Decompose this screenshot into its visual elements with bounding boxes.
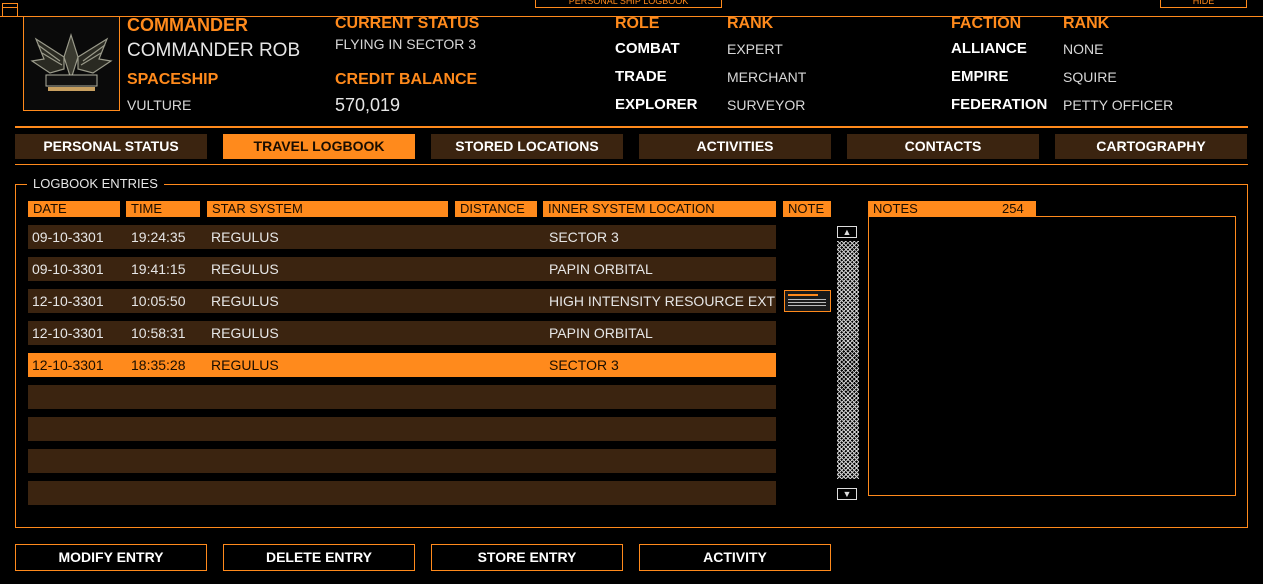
role-explorer: EXPLORER (615, 96, 698, 113)
header-divider (15, 126, 1248, 128)
spaceship-label: SPACESHIP (127, 71, 219, 88)
col-header-time[interactable]: TIME (126, 201, 200, 217)
faction-empire-rank: SQUIRE (1063, 69, 1117, 85)
scroll-up-button[interactable]: ▲ (837, 226, 857, 238)
role-combat: COMBAT (615, 40, 680, 57)
cell-date: 12-10-3301 (32, 325, 104, 341)
cell-location: SECTOR 3 (549, 357, 619, 373)
tab-stored-locations[interactable]: STORED LOCATIONS (431, 134, 623, 159)
credit-balance-value: 570,019 (335, 95, 401, 115)
current-status-value: FLYING IN SECTOR 3 (335, 36, 477, 52)
notes-char-count: 254 (1002, 201, 1024, 216)
role-trade: TRADE (615, 68, 667, 85)
cell-date: 12-10-3301 (32, 357, 104, 373)
cell-time: 19:41:15 (131, 261, 186, 277)
cell-location: SECTOR 3 (549, 229, 619, 245)
cell-location: HIGH INTENSITY RESOURCE EXTR (549, 293, 776, 309)
delete-entry-button[interactable]: DELETE ENTRY (223, 544, 415, 571)
faction-rank-header: RANK (1063, 15, 1110, 32)
cell-system: REGULUS (211, 357, 279, 373)
tabs-divider (15, 164, 1248, 165)
table-row[interactable]: 12-10-3301 10:58:31 REGULUS PAPIN ORBITA… (28, 321, 776, 345)
col-header-date[interactable]: DATE (28, 201, 120, 217)
empty-table-row[interactable] (28, 385, 776, 409)
note-thumbnail-icon[interactable] (784, 290, 831, 312)
cell-system: REGULUS (211, 293, 279, 309)
activity-button[interactable]: ACTIVITY (639, 544, 831, 571)
tab-activities[interactable]: ACTIVITIES (639, 134, 831, 159)
col-header-note[interactable]: NOTE (783, 201, 831, 217)
credit-balance-label: CREDIT BALANCE (335, 71, 478, 88)
faction-alliance-rank: NONE (1063, 41, 1104, 57)
table-row[interactable]: 09-10-3301 19:41:15 REGULUS PAPIN ORBITA… (28, 257, 776, 281)
store-entry-button[interactable]: STORE ENTRY (431, 544, 623, 571)
role-header: ROLE (615, 15, 660, 32)
tab-contacts[interactable]: CONTACTS (847, 134, 1039, 159)
window-title: PERSONAL SHIP LOGBOOK (535, 0, 722, 8)
table-row[interactable]: 12-10-3301 10:05:50 REGULUS HIGH INTENSI… (28, 289, 776, 313)
cell-system: REGULUS (211, 229, 279, 245)
window-menu-icon[interactable] (2, 3, 18, 17)
cell-date: 09-10-3301 (32, 229, 104, 245)
cell-time: 19:24:35 (131, 229, 186, 245)
notes-label: NOTES (873, 201, 918, 216)
role-rank-header: RANK (727, 15, 774, 32)
empty-table-row[interactable] (28, 449, 776, 473)
cell-date: 12-10-3301 (32, 293, 104, 309)
tab-personal-status[interactable]: PERSONAL STATUS (15, 134, 207, 159)
table-row-selected[interactable]: 12-10-3301 18:35:28 REGULUS SECTOR 3 (28, 353, 776, 377)
faction-empire: EMPIRE (951, 68, 1009, 85)
faction-federation-rank: PETTY OFFICER (1063, 97, 1174, 113)
tab-travel-logbook[interactable]: TRAVEL LOGBOOK (223, 134, 415, 159)
notes-header: NOTES 254 (868, 201, 1036, 217)
modify-entry-button[interactable]: MODIFY ENTRY (15, 544, 207, 571)
faction-alliance: ALLIANCE (951, 40, 1027, 57)
role-combat-rank: EXPERT (727, 41, 783, 57)
col-header-star-system[interactable]: STAR SYSTEM (207, 201, 448, 217)
scrollbar-track[interactable] (837, 241, 859, 479)
cell-system: REGULUS (211, 325, 279, 341)
cell-time: 10:58:31 (131, 325, 186, 341)
notes-textarea[interactable] (868, 216, 1236, 496)
empty-table-row[interactable] (28, 481, 776, 505)
col-header-distance[interactable]: DISTANCE (455, 201, 537, 217)
empty-table-row[interactable] (28, 417, 776, 441)
tab-cartography[interactable]: CARTOGRAPHY (1055, 134, 1247, 159)
current-status-label: CURRENT STATUS (335, 15, 480, 32)
commander-name: COMMANDER ROB (127, 40, 301, 61)
role-trade-rank: MERCHANT (727, 69, 807, 85)
table-row[interactable]: 09-10-3301 19:24:35 REGULUS SECTOR 3 (28, 225, 776, 249)
cell-time: 18:35:28 (131, 357, 186, 373)
commander-label: COMMANDER (127, 15, 248, 35)
cell-time: 10:05:50 (131, 293, 186, 309)
scroll-down-button[interactable]: ▼ (837, 488, 857, 500)
elite-logo (23, 16, 120, 111)
faction-header: FACTION (951, 15, 1022, 32)
cell-system: REGULUS (211, 261, 279, 277)
cell-location: PAPIN ORBITAL (549, 261, 653, 277)
faction-federation: FEDERATION (951, 96, 1048, 113)
cell-location: PAPIN ORBITAL (549, 325, 653, 341)
cell-date: 09-10-3301 (32, 261, 104, 277)
hide-button[interactable]: HIDE (1160, 0, 1247, 8)
col-header-inner-location[interactable]: INNER SYSTEM LOCATION (543, 201, 776, 217)
spaceship-value: VULTURE (127, 97, 192, 113)
logbook-title: LOGBOOK ENTRIES (27, 176, 164, 191)
role-explorer-rank: SURVEYOR (727, 97, 806, 113)
